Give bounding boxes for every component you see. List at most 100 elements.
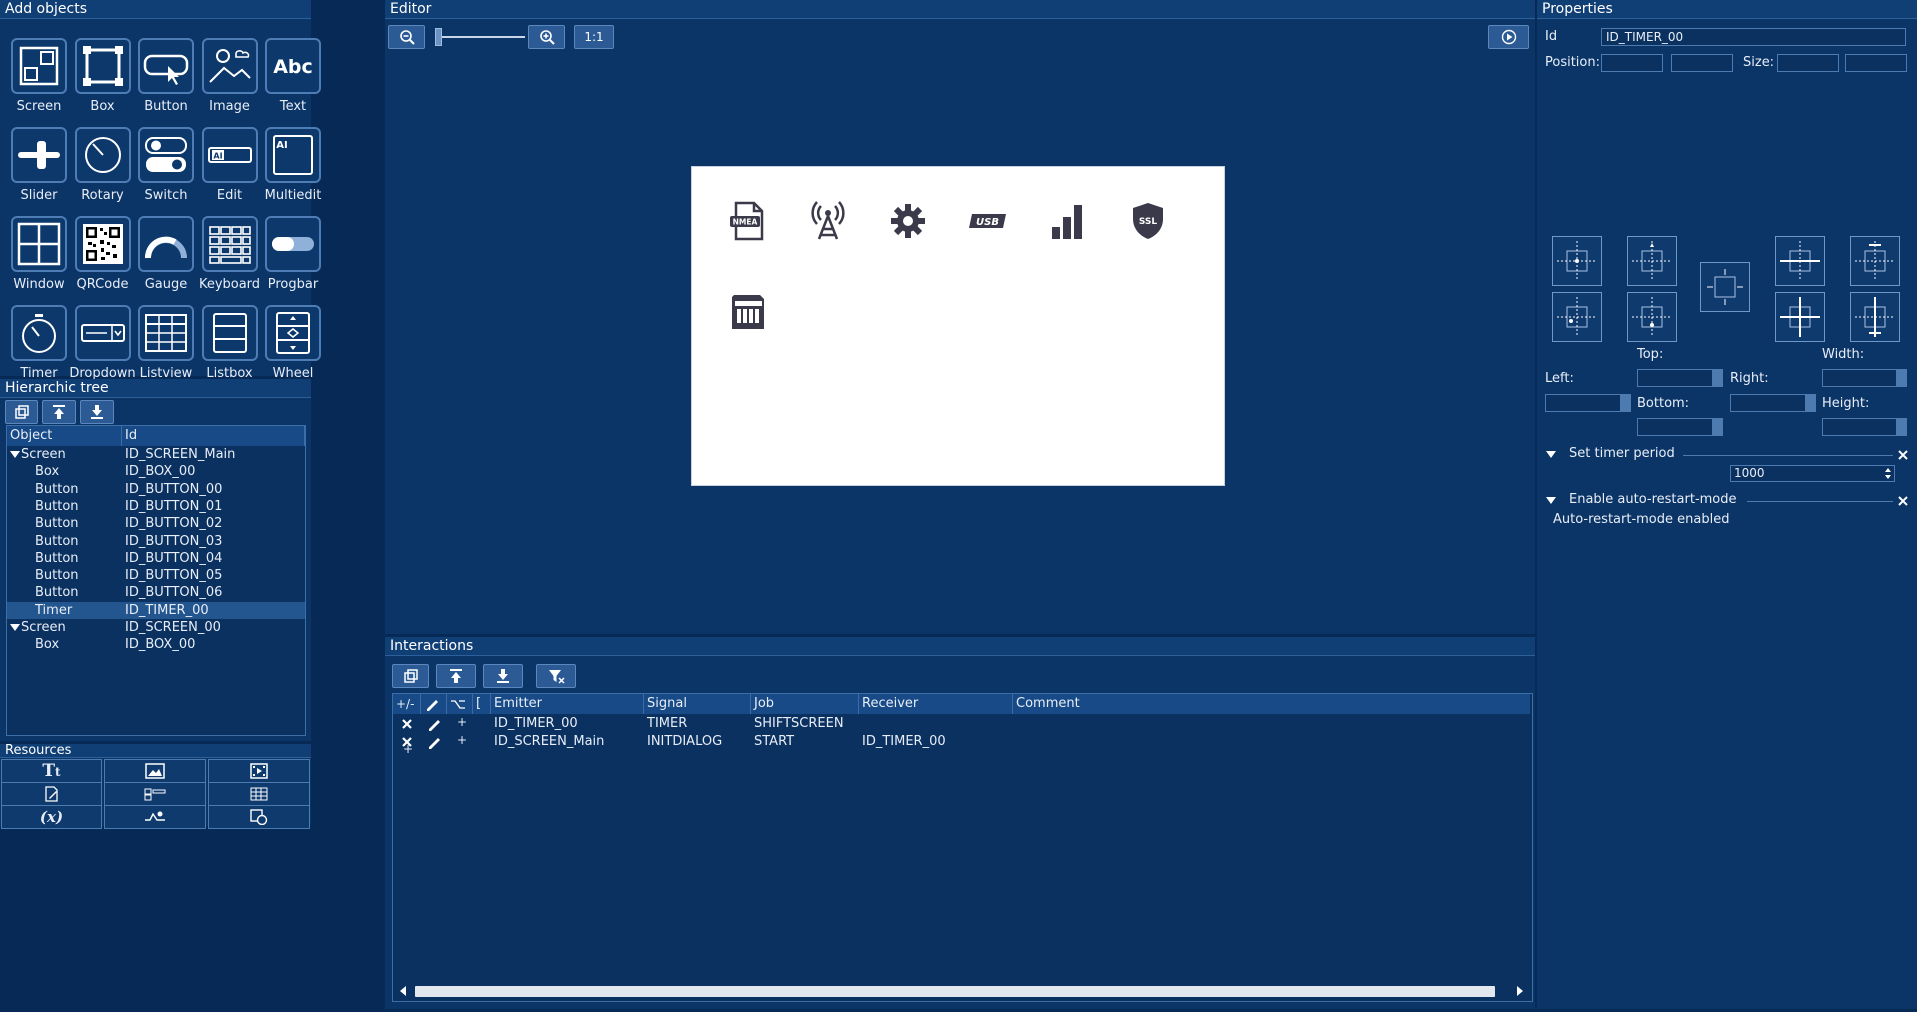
tree-row[interactable]: Button ID_BUTTON_01	[7, 498, 305, 515]
pencil-icon[interactable]	[426, 734, 442, 750]
tree-row[interactable]: Screen ID_SCREEN_00	[7, 619, 305, 636]
interaction-move-up-button[interactable]	[436, 664, 476, 688]
add-gauge-tile[interactable]	[138, 216, 194, 272]
timer-period-section[interactable]: Set timer period	[1545, 446, 1909, 464]
zoom-slider[interactable]	[435, 28, 525, 46]
resource-sliders-button[interactable]	[104, 805, 206, 829]
width-field[interactable]	[1822, 369, 1907, 387]
horizontal-scrollbar[interactable]	[393, 983, 1530, 999]
align-topright-button[interactable]	[1850, 236, 1900, 286]
close-icon[interactable]	[1897, 449, 1909, 461]
tree-row[interactable]: Button ID_BUTTON_04	[7, 550, 305, 567]
id-field[interactable]: ID_TIMER_00	[1601, 28, 1906, 46]
interaction-move-down-button[interactable]	[483, 664, 523, 688]
left-field[interactable]	[1545, 394, 1631, 412]
right-spin[interactable]	[1805, 395, 1815, 411]
resource-movies-button[interactable]	[208, 759, 310, 783]
tree-move-up-button[interactable]	[42, 400, 76, 424]
add-window-tile[interactable]	[11, 216, 67, 272]
signal-cell[interactable]: TIMER	[647, 716, 687, 731]
tree-row[interactable]: Button ID_BUTTON_06	[7, 584, 305, 601]
position-x-field[interactable]	[1601, 54, 1663, 72]
job-cell[interactable]: SHIFTSCREEN	[754, 716, 844, 731]
right-field[interactable]	[1730, 394, 1816, 412]
add-image-tile[interactable]	[201, 38, 258, 94]
scroll-left-icon[interactable]	[396, 983, 410, 999]
play-simulation-button[interactable]	[1488, 25, 1529, 49]
tree-row[interactable]: Button ID_BUTTON_00	[7, 481, 305, 498]
interaction-filter-button[interactable]	[536, 664, 576, 688]
canvas-button-03[interactable]: USB	[966, 199, 1010, 243]
align-bottomright-button[interactable]	[1850, 292, 1900, 342]
delete-icon[interactable]	[400, 717, 414, 731]
canvas-button-04[interactable]	[1046, 199, 1090, 243]
size-width-field[interactable]	[1777, 54, 1839, 72]
tree-row[interactable]: Screen ID_SCREEN_Main	[7, 446, 305, 463]
zoom-reset-button[interactable]: 1:1	[574, 25, 614, 49]
position-y-field[interactable]	[1671, 54, 1733, 72]
top-spin[interactable]	[1712, 370, 1722, 386]
add-rotary-tile[interactable]	[74, 127, 131, 183]
size-height-field[interactable]	[1845, 54, 1907, 72]
add-text-tile[interactable]: Abc	[265, 38, 321, 94]
add-screen-tile[interactable]	[11, 38, 67, 94]
add-listview-tile[interactable]	[138, 305, 194, 361]
add-box-tile[interactable]	[74, 38, 131, 94]
tree-row[interactable]: Button ID_BUTTON_03	[7, 533, 305, 550]
spin-arrows-icon[interactable]	[1883, 466, 1893, 481]
tree-copy-button[interactable]	[5, 400, 38, 424]
scrollbar-thumb[interactable]	[415, 986, 1495, 997]
emitter-cell[interactable]: ID_SCREEN_Main	[494, 734, 604, 749]
align-center-button[interactable]	[1700, 262, 1750, 312]
tree-row[interactable]: Button ID_BUTTON_02	[7, 515, 305, 532]
add-button-tile[interactable]	[138, 38, 194, 94]
tree-move-down-button[interactable]	[80, 400, 114, 424]
resource-variables-button[interactable]	[104, 782, 206, 806]
align-top-button[interactable]	[1627, 236, 1677, 286]
collapse-arrow-icon[interactable]	[1545, 495, 1557, 507]
align-left-button[interactable]	[1552, 292, 1602, 342]
close-icon[interactable]	[1897, 495, 1909, 507]
bottom-field[interactable]	[1637, 418, 1723, 436]
screen-canvas[interactable]: NMEA USB SSL	[691, 166, 1225, 486]
interaction-copy-button[interactable]	[392, 664, 429, 688]
canvas-button-05[interactable]: SSL	[1126, 199, 1170, 243]
height-field[interactable]	[1822, 418, 1907, 436]
align-vstretch-button[interactable]	[1775, 292, 1825, 342]
add-listbox-tile[interactable]	[201, 305, 258, 361]
tree-row[interactable]: Button ID_BUTTON_05	[7, 567, 305, 584]
top-field[interactable]	[1637, 369, 1723, 387]
canvas-button-06[interactable]	[726, 289, 770, 333]
auto-restart-section[interactable]: Enable auto-restart-mode	[1545, 492, 1909, 510]
resource-shapes-button[interactable]	[208, 805, 310, 829]
align-hstretch-button[interactable]	[1775, 236, 1825, 286]
signal-cell[interactable]: INITDIALOG	[647, 734, 722, 749]
interaction-row[interactable]: + ID_SCREEN_Main INITDIALOG START ID_TIMER_0…	[393, 733, 1530, 750]
canvas-button-01[interactable]	[806, 199, 850, 243]
receiver-cell[interactable]: ID_TIMER_00	[862, 734, 946, 749]
add-progbar-tile[interactable]	[265, 216, 321, 272]
add-multiedit-tile[interactable]: AI	[265, 127, 321, 183]
align-bottom-button[interactable]	[1627, 292, 1677, 342]
add-switch-tile[interactable]	[138, 127, 194, 183]
align-topleft-button[interactable]	[1552, 236, 1602, 286]
add-dropdown-tile[interactable]	[74, 305, 131, 361]
canvas-button-00[interactable]: NMEA	[726, 199, 770, 243]
left-spin[interactable]	[1620, 395, 1630, 411]
expand-arrow-icon[interactable]	[9, 449, 21, 461]
zoom-out-button[interactable]	[388, 25, 425, 49]
expand-arrow-icon[interactable]	[9, 622, 21, 634]
tree-row[interactable]: Box ID_BOX_00	[7, 636, 305, 653]
job-cell[interactable]: START	[754, 734, 794, 749]
add-timer-tile[interactable]	[11, 305, 67, 361]
emitter-cell[interactable]: ID_TIMER_00	[494, 716, 578, 731]
add-wheel-tile[interactable]	[265, 305, 321, 361]
width-spin[interactable]	[1896, 370, 1906, 386]
timer-period-field[interactable]: 1000	[1730, 465, 1895, 482]
bottom-spin[interactable]	[1712, 419, 1722, 435]
height-spin[interactable]	[1896, 419, 1906, 435]
resource-tables-button[interactable]	[208, 782, 310, 806]
pencil-icon[interactable]	[426, 716, 442, 732]
collapse-arrow-icon[interactable]	[1545, 449, 1557, 461]
tree-row[interactable]: Timer ID_TIMER_00	[7, 601, 305, 619]
